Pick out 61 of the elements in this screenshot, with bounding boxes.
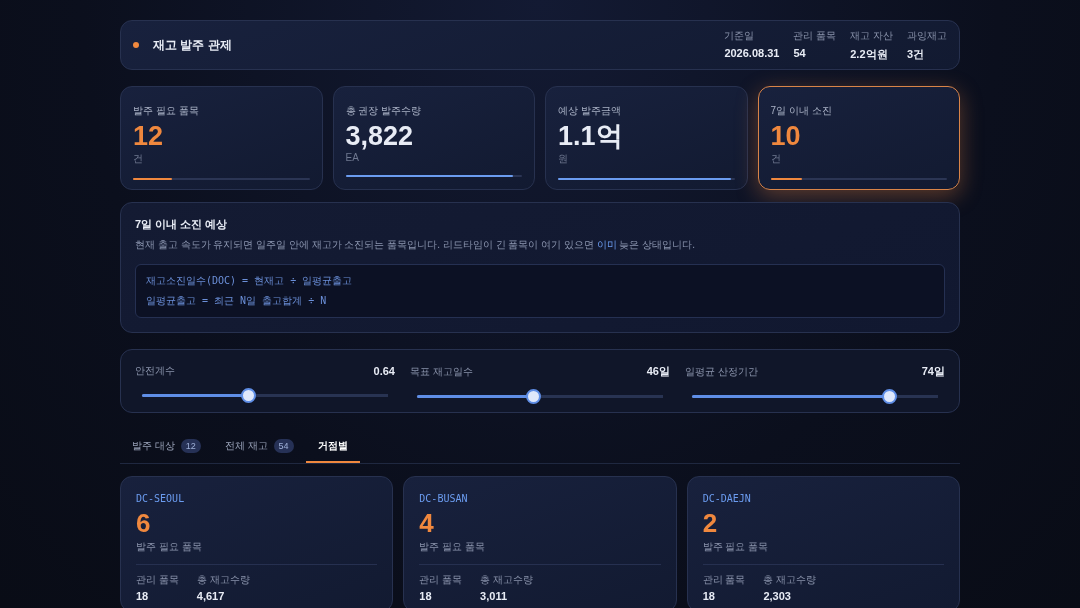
meta-label: 기준일 [724, 28, 756, 43]
meta-value: 3건 [907, 46, 926, 62]
stat-label: 총 권장 발주수량 [345, 104, 423, 118]
page-title: 재고 발주 관제 [153, 36, 233, 54]
site-code: DC-BUSAN [419, 493, 469, 504]
stat-value: 10 [770, 120, 802, 152]
site-stat-value: 2,303 [763, 590, 792, 602]
stat-label: 발주 필요 품목 [133, 104, 200, 118]
site-stat-value: 3,011 [480, 590, 509, 602]
site-caption: 발주 필요 품목 [702, 540, 770, 554]
stat-value: 1.1억 [558, 120, 624, 152]
slider-value: 46일 [646, 364, 670, 379]
slider-thumb[interactable] [525, 389, 541, 404]
site-stat-value: 4,617 [196, 590, 226, 602]
tab[interactable]: 전체 재고 54 [212, 433, 306, 463]
slider-label: 안전계수 [135, 364, 175, 378]
site-code: DC-SEOUL [136, 493, 186, 504]
slider-thumb[interactable] [881, 389, 897, 404]
slider-value: 0.64 [373, 365, 395, 377]
site-stat-value: 18 [419, 590, 433, 602]
slider-label: 일평균 산정기간 [685, 364, 758, 379]
formula-line: 재고소진일수(DOC) = 현재고 ÷ 일평균출고 [146, 274, 354, 288]
site-stat-value: 18 [136, 590, 150, 602]
stat-unit: 건 [133, 152, 144, 166]
stat-unit: EA [345, 152, 360, 163]
meta-value: 2026.08.31 [724, 46, 780, 59]
stat-value: 12 [133, 120, 165, 152]
count-badge: 54 [273, 439, 294, 453]
stat-unit: 건 [770, 152, 782, 166]
tab[interactable]: 발주 대상 12 [120, 433, 213, 463]
site-stat-label: 관리 품목 [419, 573, 463, 587]
stat-unit: 원 [558, 152, 569, 166]
meta-label: 과잉재고 [907, 28, 947, 43]
status-dot-icon [133, 42, 139, 48]
meta-value: 54 [793, 46, 807, 59]
formula-line: 일평균출고 = 최근 N일 출고합계 ÷ N [146, 294, 328, 308]
meta-value: 2.2억원 [850, 46, 889, 62]
info-title: 7일 이내 소진 예상 [135, 217, 229, 232]
slider-value: 74일 [921, 364, 945, 379]
tab[interactable]: 거점별 [305, 433, 360, 463]
stat-label: 예상 발주금액 [558, 104, 622, 118]
site-stat-label: 총 재고수량 [763, 573, 817, 587]
slider-label: 목표 재고일수 [410, 364, 473, 379]
meta-label: 관리 품목 [793, 28, 837, 43]
site-code: DC-DAEJN [702, 493, 752, 504]
site-stat-label: 총 재고수량 [196, 573, 250, 587]
site-stat-label: 총 재고수량 [480, 573, 533, 587]
site-stat-label: 관리 품목 [136, 573, 179, 587]
stat-label: 7일 이내 소진 [770, 104, 833, 118]
site-stat-label: 관리 품목 [702, 573, 746, 587]
stat-value: 3,822 [345, 120, 415, 152]
site-caption: 발주 필요 품목 [136, 540, 203, 554]
site-value: 4 [419, 508, 435, 538]
site-value: 6 [136, 508, 152, 538]
count-badge: 12 [180, 439, 201, 453]
slider-thumb[interactable] [240, 388, 256, 403]
meta-label: 재고 자산 [850, 28, 893, 43]
site-caption: 발주 필요 품목 [419, 540, 486, 554]
site-value: 2 [702, 508, 719, 538]
site-stat-value: 18 [702, 590, 716, 602]
info-description: 현재 출고 속도가 유지되면 일주일 안에 재고가 소진되는 품목입니다. 리드타임이 긴 품목이 여기 있으면 이미 늦은 상태입니다. [135, 238, 697, 252]
